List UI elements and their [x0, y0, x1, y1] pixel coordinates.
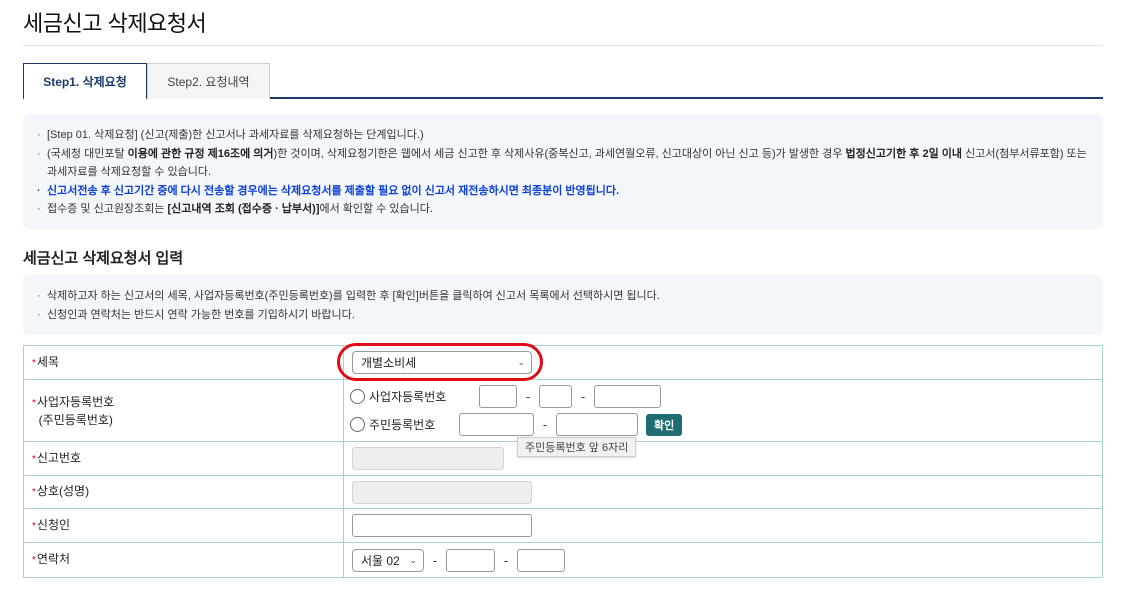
- contact-label: *연락처: [23, 542, 344, 578]
- business-number-label: *사업자등록번호 (주민등록번호): [23, 379, 344, 442]
- tax-type-select[interactable]: 개별소비세 ⌄: [352, 351, 532, 374]
- resident-number-tooltip: 주민등록번호 앞 6자리: [517, 437, 637, 457]
- required-mark: *: [32, 520, 36, 532]
- info-line-resend-notice: 신고서전송 후 신고기간 중에 다시 전송할 경우에는 삭제요청서를 제출할 필…: [37, 182, 1089, 201]
- report-number-label: *신고번호: [23, 441, 344, 476]
- guide-line-input: 삭제하고자 하는 신고서의 세목, 사업자등록번호(주민등록번호)를 입력한 후…: [37, 287, 1089, 306]
- required-mark: *: [32, 357, 36, 369]
- info-line-receipt: 접수증 및 신고원장조회는 [신고내역 조회 (접수증 · 납부서)]에서 확인…: [37, 200, 1089, 219]
- info-notice-box: [Step 01. 삭제요청] (신고(제출)한 신고서나 과세자료를 삭제요청…: [23, 114, 1103, 229]
- guide-line-contact: 신청인과 연락처는 반드시 연락 가능한 번호를 기입하시기 바랍니다.: [37, 306, 1089, 325]
- radio-resident-number[interactable]: [350, 417, 365, 432]
- title-divider: [23, 45, 1103, 46]
- biz-number-part2-input[interactable]: [539, 385, 572, 408]
- radio-resident-number-label: 주민등록번호: [369, 418, 436, 432]
- section-title: 세금신고 삭제요청서 입력: [23, 250, 184, 267]
- guide-notice-box: 삭제하고자 하는 신고서의 세목, 사업자등록번호(주민등록번호)를 입력한 후…: [23, 275, 1103, 335]
- info-line-step: [Step 01. 삭제요청] (신고(제출)한 신고서나 과세자료를 삭제요청…: [37, 126, 1089, 145]
- chevron-down-icon: ⌄: [517, 357, 525, 367]
- row-company-name: *상호(성명): [23, 475, 1103, 509]
- page-title: 세금신고 삭제요청서: [23, 11, 207, 36]
- tab-step1-delete-request[interactable]: Step1. 삭제요청: [23, 63, 147, 100]
- chevron-down-icon: ⌄: [409, 554, 417, 565]
- company-name-label: *상호(성명): [23, 475, 344, 509]
- row-contact: *연락처 서울 02 ⌄ - -: [23, 542, 1103, 578]
- deletion-request-form: *세목 개별소비세 ⌄ *사업자등록번호 (주민등록번호) 사업자등록번호 - …: [23, 345, 1103, 578]
- biz-number-row: 사업자등록번호 - -: [350, 383, 1102, 411]
- required-mark: *: [32, 397, 36, 409]
- applicant-label: *신청인: [23, 508, 344, 543]
- contact-fields: 서울 02 ⌄ - -: [352, 548, 1102, 572]
- area-code-select[interactable]: 서울 02 ⌄: [352, 548, 424, 572]
- row-tax-type: *세목 개별소비세 ⌄: [23, 345, 1103, 380]
- resident-number-front-input[interactable]: [459, 413, 534, 436]
- tax-type-label: *세목: [23, 345, 344, 380]
- company-name-input: [352, 480, 532, 504]
- tab-step2-request-history[interactable]: Step2. 요청내역: [147, 63, 270, 99]
- required-mark: *: [32, 487, 36, 498]
- row-applicant: *신청인: [23, 508, 1103, 543]
- required-mark: *: [32, 453, 36, 465]
- step-tabs: Step1. 삭제요청 Step2. 요청내역: [23, 63, 1103, 100]
- contact-last-input[interactable]: [517, 548, 565, 572]
- row-business-number: *사업자등록번호 (주민등록번호) 사업자등록번호 - - 주민등록번호 - 확…: [23, 379, 1103, 442]
- required-mark: *: [32, 555, 36, 566]
- info-line-regulation: (국세청 대민포탈 이용에 관한 규정 제16조에 의거)한 것이며, 삭제요청…: [37, 145, 1089, 182]
- biz-number-part1-input[interactable]: [479, 385, 517, 408]
- confirm-button[interactable]: 확인: [646, 413, 683, 436]
- radio-business-number[interactable]: [350, 389, 365, 404]
- contact-middle-input[interactable]: [446, 548, 495, 572]
- biz-number-part3-input[interactable]: [594, 385, 661, 408]
- applicant-input[interactable]: [352, 514, 532, 537]
- resident-number-row: 주민등록번호 - 확인: [350, 411, 1102, 439]
- report-number-input: [352, 447, 504, 470]
- resident-number-back-input[interactable]: [556, 413, 638, 436]
- radio-business-number-label: 사업자등록번호: [369, 390, 447, 404]
